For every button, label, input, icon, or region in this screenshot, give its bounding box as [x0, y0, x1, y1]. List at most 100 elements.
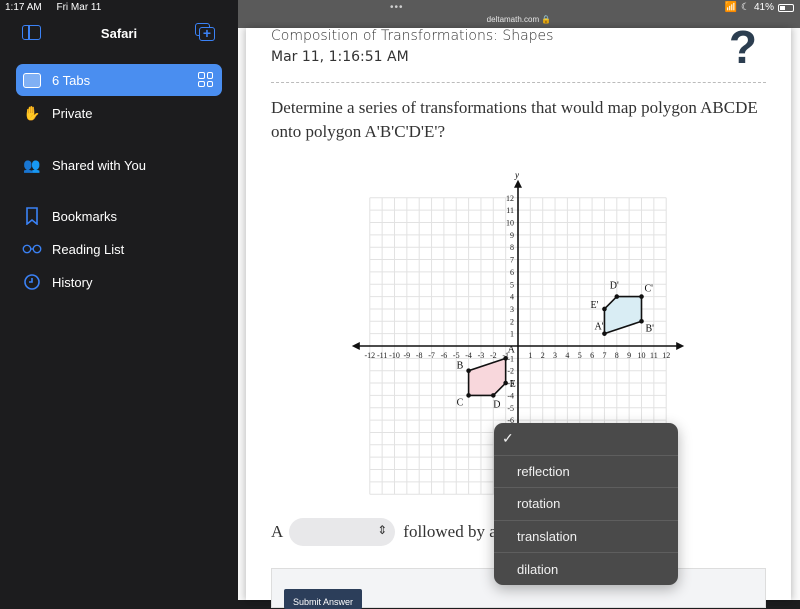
y-tick-label: 11 [506, 206, 514, 215]
glasses-icon [22, 239, 42, 259]
menu-item-reflection[interactable]: reflection [494, 456, 678, 488]
y-axis-arrow-up [514, 179, 522, 188]
x-tick-label: 3 [553, 351, 557, 360]
x-tick-label: 10 [638, 351, 646, 360]
menu-item-rotation[interactable]: rotation [494, 488, 678, 521]
y-tick-label: 6 [510, 268, 514, 277]
vertex-label: B' [646, 323, 655, 334]
y-tick-label: -2 [507, 367, 514, 376]
x-tick-label: 6 [590, 351, 594, 360]
y-tick-label: 10 [506, 219, 514, 228]
x-tick-label: -6 [441, 351, 448, 360]
x-tick-label: -8 [416, 351, 423, 360]
x-tick-label: 8 [615, 351, 619, 360]
menu-item-dilation[interactable]: dilation [494, 553, 678, 585]
vertex-point [639, 319, 644, 324]
x-tick-label: 4 [565, 351, 569, 360]
x-tick-label: -10 [389, 351, 400, 360]
y-tick-label: 5 [510, 280, 514, 289]
sidebar-header: Safari + [0, 22, 238, 46]
answer-row: A ⇕ followed by a [271, 518, 509, 546]
y-tick-label: -4 [507, 391, 514, 400]
x-tick-label: -3 [478, 351, 485, 360]
sidebar-item-label: History [52, 274, 93, 290]
x-tick-label: -7 [428, 351, 435, 360]
y-tick-label: 1 [510, 330, 514, 339]
first-transformation-select[interactable]: ⇕ [289, 518, 396, 546]
bookmark-icon [22, 206, 42, 226]
x-tick-label: -4 [465, 351, 472, 360]
vertex-point [466, 393, 471, 398]
vertex-label: E' [590, 300, 598, 311]
moon-icon: ☾ [741, 2, 750, 13]
vertex-point [503, 380, 508, 386]
y-tick-label: 8 [510, 243, 514, 252]
x-tick-label: -2 [490, 351, 497, 360]
battery-icon [778, 3, 794, 12]
vertex-label: B [457, 361, 464, 372]
x-tick-label: 11 [650, 351, 658, 360]
battery-percent: 41% [753, 2, 774, 13]
vertex-point [491, 393, 496, 398]
x-tick-label: -9 [404, 351, 411, 360]
submit-answer-button[interactable]: Submit Answer [284, 589, 362, 609]
sidebar-item-bookmarks[interactable]: Bookmarks [16, 200, 222, 232]
status-bar-left: 1:17 AM Fri Mar 11 [5, 2, 113, 13]
menu-item-translation[interactable]: translation [494, 521, 678, 553]
sidebar-item-reading-list[interactable]: Reading List [16, 233, 222, 265]
menu-item-blank-selected[interactable]: ✓ [494, 423, 678, 456]
multitasking-dots-icon[interactable]: ••• [390, 2, 404, 13]
question-text: Determine a series of transformations th… [271, 98, 758, 141]
new-tab-group-icon[interactable]: + [195, 23, 215, 41]
answer-middle-text: followed by a [403, 522, 497, 541]
sidebar-item-private[interactable]: ✋ Private [16, 97, 222, 129]
x-tick-label: 12 [662, 351, 670, 360]
x-axis-arrow-left [351, 342, 360, 350]
assignment-title: Composition of Transformations: Shapes [271, 28, 554, 44]
y-tick-label: -1 [507, 354, 514, 363]
x-tick-label: 7 [602, 351, 606, 360]
help-icon[interactable]: ? [729, 20, 757, 74]
vertex-label: A [508, 344, 516, 355]
hand-icon: ✋ [23, 104, 41, 121]
sidebar-item-label: Reading List [52, 241, 125, 257]
assignment-date: Mar 11, 1:16:51 AM [271, 49, 409, 65]
sidebar-item-shared[interactable]: 👥 Shared with You [16, 149, 222, 181]
x-tick-label: 1 [528, 351, 532, 360]
vertex-label: C' [645, 284, 654, 295]
y-tick-label: 9 [510, 231, 514, 240]
x-tick-label: -5 [453, 351, 460, 360]
status-bar-right: 📶 ☾ 41% [725, 2, 794, 13]
y-axis-label: y [514, 170, 519, 180]
sidebar-item-tabs[interactable]: 6 Tabs [16, 64, 222, 96]
safari-sidebar: 1:17 AM Fri Mar 11 Safari + 6 Tabs ✋ Pri… [0, 0, 238, 600]
vertex-point [602, 306, 607, 312]
tab-overview-icon[interactable] [198, 72, 213, 87]
polygon-image [603, 295, 643, 335]
vertex-label: D' [610, 281, 619, 292]
vertex-point [639, 294, 644, 299]
vertex-label: D [493, 399, 500, 410]
clock-icon [22, 272, 42, 292]
divider [271, 82, 766, 83]
y-tick-label: 2 [510, 317, 514, 326]
polygon-abcde [467, 357, 507, 397]
x-tick-label: -11 [377, 351, 387, 360]
url-bar[interactable]: deltamath.com 🔒 [238, 15, 800, 24]
sidebar-item-label: Shared with You [52, 157, 146, 173]
vertex-label: A' [594, 322, 603, 333]
sidebar-item-label: 6 Tabs [52, 72, 91, 88]
wifi-icon: 📶 [724, 2, 738, 13]
transformation-dropdown-menu: ✓ reflection rotation translation dilati… [494, 423, 678, 585]
vertex-point [466, 368, 471, 373]
vertex-label: E [510, 379, 516, 390]
shared-people-icon: 👥 [23, 156, 41, 173]
sidebar-item-history[interactable]: History [16, 266, 222, 298]
status-time: 1:17 AM [5, 2, 42, 13]
sidebar-item-label: Bookmarks [52, 208, 118, 224]
y-tick-label: 4 [510, 293, 514, 302]
vertex-point [503, 356, 508, 361]
x-tick-label: 9 [627, 351, 631, 360]
tabs-icon [22, 70, 42, 90]
status-date: Fri Mar 11 [56, 2, 102, 13]
